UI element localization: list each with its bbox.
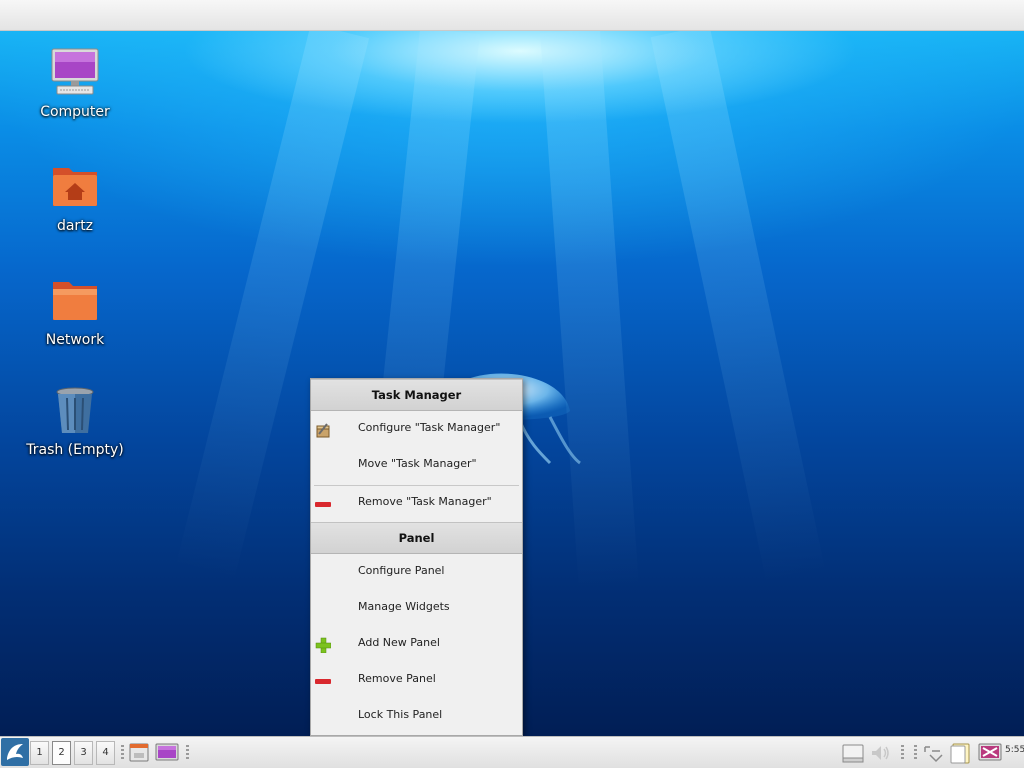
menu-item-label: Lock This Panel xyxy=(358,708,443,721)
remove-icon xyxy=(315,671,331,687)
panel-handle[interactable] xyxy=(186,745,189,761)
desktop-icon-computer[interactable]: Computer xyxy=(0,48,150,120)
trash-icon xyxy=(55,386,95,438)
menu-section-header: Task Manager xyxy=(311,379,522,411)
light-ray xyxy=(650,31,826,586)
kde-menu-icon[interactable] xyxy=(1,738,29,768)
menu-item-lock-panel[interactable]: Lock This Panel xyxy=(311,700,522,730)
menu-item-label: Remove "Task Manager" xyxy=(358,495,492,508)
menu-item-remove-task-manager[interactable]: Remove "Task Manager" xyxy=(311,487,522,517)
menu-item-label: Manage Widgets xyxy=(358,600,450,613)
menu-item-move-task-manager[interactable]: Move "Task Manager" xyxy=(311,449,522,479)
remove-icon xyxy=(315,494,331,510)
screen-icon[interactable] xyxy=(155,742,179,766)
desktop-icon-label: dartz xyxy=(56,218,94,234)
workspace-4[interactable]: 4 xyxy=(96,741,115,765)
desktop-icon-network[interactable]: Network xyxy=(0,276,150,348)
bottom-panel: 1 2 3 4 5:55 xyxy=(0,736,1024,768)
top-window-strip xyxy=(0,0,1024,31)
network-icon[interactable] xyxy=(922,743,944,767)
computer-icon xyxy=(51,48,99,100)
panel-clock[interactable]: 5:55 xyxy=(1005,745,1024,755)
volume-icon[interactable] xyxy=(870,743,892,767)
workspace-1[interactable]: 1 xyxy=(30,741,49,765)
display-icon[interactable] xyxy=(978,741,1002,768)
desktop-icon-home[interactable]: dartz xyxy=(0,162,150,234)
menu-item-remove-panel[interactable]: Remove Panel xyxy=(311,664,522,694)
light-ray xyxy=(540,31,639,592)
menu-item-label: Remove Panel xyxy=(358,672,436,685)
panel-handle[interactable] xyxy=(901,745,904,761)
menu-item-configure-task-manager[interactable]: Configure "Task Manager" xyxy=(311,413,522,443)
file-manager-icon[interactable] xyxy=(129,742,149,766)
network-folder-icon xyxy=(51,276,99,328)
add-icon xyxy=(315,635,332,654)
desktop-icon-trash[interactable]: Trash (Empty) xyxy=(0,386,150,458)
menu-item-configure-panel[interactable]: Configure Panel xyxy=(311,556,522,586)
workspace-3[interactable]: 3 xyxy=(74,741,93,765)
task-manager-context-menu: Task Manager Configure "Task Manager" Mo… xyxy=(310,378,523,736)
menu-item-label: Configure "Task Manager" xyxy=(358,421,501,434)
menu-section-header: Panel xyxy=(311,522,522,554)
menu-item-add-new-panel[interactable]: Add New Panel xyxy=(311,628,522,658)
menu-item-label: Add New Panel xyxy=(358,636,440,649)
panel-handle[interactable] xyxy=(914,745,917,761)
workspace-2[interactable]: 2 xyxy=(52,741,71,765)
desktop-icon-label: Computer xyxy=(40,104,110,120)
menu-item-manage-widgets[interactable]: Manage Widgets xyxy=(311,592,522,622)
drive-icon[interactable] xyxy=(841,742,865,768)
panel-handle[interactable] xyxy=(121,745,124,761)
desktop-icon-label: Trash (Empty) xyxy=(26,442,124,458)
configure-icon xyxy=(315,420,331,438)
home-folder-icon xyxy=(51,162,99,214)
desktop-icon-label: Network xyxy=(45,332,105,348)
clipboard-icon[interactable] xyxy=(949,741,971,768)
menu-item-label: Configure Panel xyxy=(358,564,445,577)
menu-item-label: Move "Task Manager" xyxy=(358,457,477,470)
menu-separator xyxy=(314,485,519,486)
